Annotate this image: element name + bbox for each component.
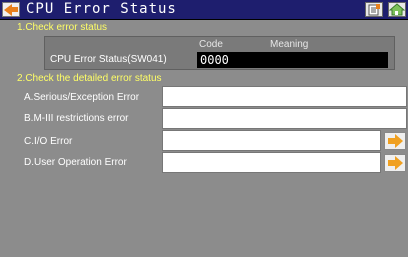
detail-label-user-op: D.User Operation Error (24, 157, 127, 168)
meaning-column-header: Meaning (270, 39, 309, 50)
right-arrow-icon (395, 134, 403, 148)
detail-label-serious: A.Serious/Exception Error (24, 92, 140, 103)
detail-label-io: C.I/O Error (24, 136, 73, 147)
home-button[interactable] (388, 2, 406, 17)
detail-label-m3: B.M-III restrictions error (24, 113, 129, 124)
user-operation-detail-button[interactable] (384, 154, 406, 172)
user-operation-error-field (162, 152, 381, 173)
home-icon (388, 3, 406, 16)
section-1-label: 1.Check error status (17, 22, 108, 33)
section-2-label: 2.Check the detailed error status (17, 73, 162, 84)
document-button[interactable] (365, 2, 383, 17)
right-arrow-icon (395, 156, 403, 170)
code-column-header: Code (199, 39, 223, 50)
title-bar: CPU Error Status (0, 0, 408, 20)
cpu-error-code-display: 0000 (197, 52, 388, 68)
serious-error-field (162, 86, 407, 107)
m3-restriction-field (162, 108, 407, 129)
page-title: CPU Error Status (26, 1, 177, 17)
back-button[interactable] (2, 2, 20, 17)
cpu-error-code-value: 0000 (200, 53, 229, 67)
cpu-error-status-label: CPU Error Status(SW041) (50, 54, 167, 65)
io-error-field (162, 130, 381, 151)
document-icon (368, 4, 380, 16)
io-error-detail-button[interactable] (384, 132, 406, 150)
